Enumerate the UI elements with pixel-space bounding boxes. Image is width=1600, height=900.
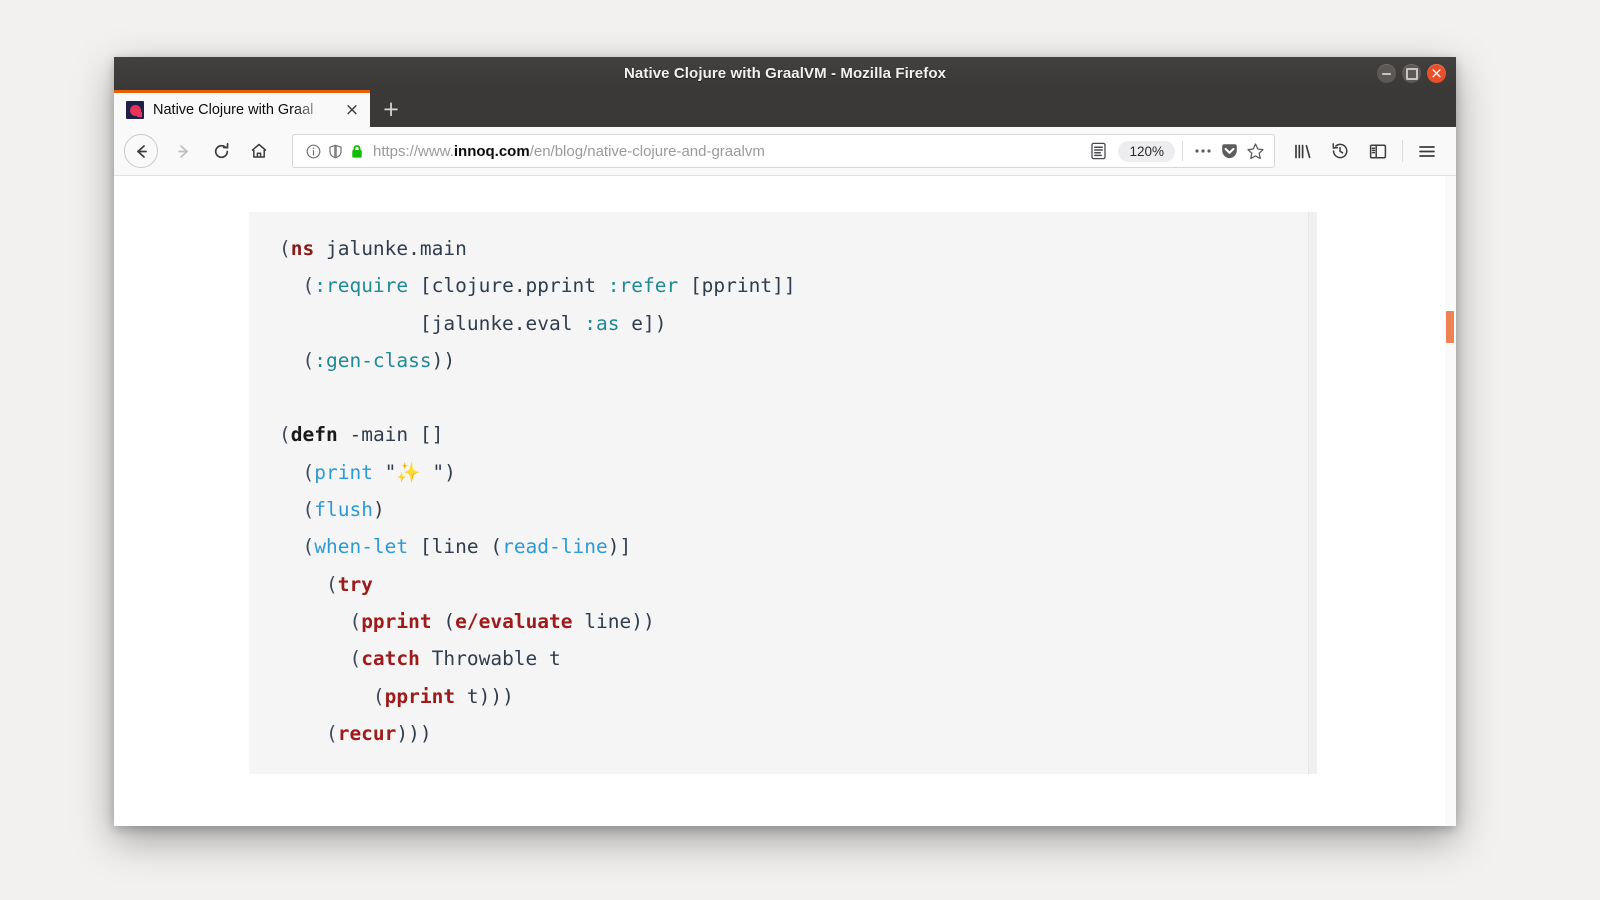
code-token: recur (337, 721, 397, 745)
page-info-icon[interactable] (302, 140, 324, 162)
ellipsis-icon[interactable] (1190, 147, 1216, 155)
code-token: :require (314, 274, 409, 298)
reader-mode-icon[interactable] (1085, 141, 1111, 161)
tab-strip: Native Clojure with Graal × + (114, 90, 1456, 127)
page-scrollbar-thumb[interactable] (1446, 311, 1454, 343)
toolbar-right-group (1283, 132, 1446, 170)
code-text: (ns jalunke.main (:require [clojure.ppri… (249, 212, 1317, 752)
code-token: Throwable t (419, 647, 561, 671)
page-content: (ns jalunke.main (:require [clojure.ppri… (114, 176, 1456, 826)
code-token: jalunke.main (314, 237, 467, 260)
code-token: ns (290, 237, 315, 260)
tab-close-icon[interactable]: × (342, 101, 362, 119)
code-token: ( (279, 274, 315, 298)
code-token: :as (584, 311, 620, 335)
home-icon[interactable] (240, 132, 278, 170)
code-token: pprint (361, 609, 432, 633)
code-token: ))) (396, 721, 432, 745)
code-token: e]) (619, 311, 667, 335)
code-token: [clojure.pprint (408, 274, 608, 298)
innoq-logo-icon (126, 101, 144, 119)
code-token: flush (314, 498, 373, 522)
code-block-scrollbar[interactable] (1308, 212, 1317, 774)
code-token: ( (279, 237, 291, 260)
star-bookmark-icon[interactable] (1242, 142, 1268, 161)
code-token: ( (279, 460, 315, 484)
code-token: try (337, 572, 373, 596)
new-tab-button[interactable]: + (370, 90, 412, 127)
code-token: catch (361, 647, 420, 671)
code-token: e/evaluate (455, 609, 573, 633)
code-token: pprint (384, 684, 456, 708)
code-block: (ns jalunke.main (:require [clojure.ppri… (249, 212, 1317, 774)
padlock-secure-icon[interactable] (346, 140, 368, 162)
window-titlebar: Native Clojure with GraalVM - Mozilla Fi… (114, 57, 1456, 90)
back-arrow-icon[interactable] (124, 134, 158, 168)
code-token: :refer (607, 274, 679, 298)
code-token: ( (279, 423, 291, 447)
code-token: ( (279, 609, 362, 633)
code-token: -main [] (337, 423, 444, 447)
maximize-button[interactable] (1402, 64, 1421, 83)
page-scrollbar[interactable] (1445, 176, 1456, 826)
library-icon[interactable] (1283, 132, 1321, 170)
browser-window: Native Clojure with GraalVM - Mozilla Fi… (114, 57, 1456, 826)
window-title: Native Clojure with GraalVM - Mozilla Fi… (623, 65, 947, 82)
history-icon[interactable] (1321, 132, 1359, 170)
code-token: ( (431, 609, 456, 633)
forward-arrow-icon[interactable] (164, 132, 202, 170)
url-bar[interactable]: https://www.innoq.com/en/blog/native-clo… (292, 134, 1275, 168)
reload-icon[interactable] (202, 132, 240, 170)
code-token: )] (607, 535, 632, 559)
code-token: ( (279, 348, 315, 372)
code-token: ( (279, 647, 362, 671)
toolbar-divider (1402, 140, 1403, 162)
urlbar-divider (1182, 141, 1183, 161)
code-token: ( (279, 721, 338, 745)
code-token: [jalunke.eval (279, 311, 585, 335)
code-token: ( (279, 498, 315, 522)
code-token: :gen-class (314, 348, 432, 372)
url-text[interactable]: https://www.innoq.com/en/blog/native-clo… (373, 143, 1085, 160)
url-scheme: https://www. (373, 142, 454, 160)
code-token: defn (290, 423, 338, 447)
code-token: ( (279, 535, 315, 559)
code-token: ( (279, 572, 338, 596)
code-token: [pprint]] (678, 274, 796, 298)
window-controls (1377, 57, 1446, 90)
code-token: [line ( (408, 535, 503, 559)
code-token: print (314, 460, 373, 484)
code-token: ( (279, 684, 385, 708)
url-path: /en/blog/native-clojure-and-graalvm (529, 142, 765, 160)
close-button[interactable] (1427, 64, 1446, 83)
code-token: t))) (455, 684, 514, 708)
minimize-button[interactable] (1377, 64, 1396, 83)
sidebar-icon[interactable] (1359, 132, 1397, 170)
code-token: read-line (502, 535, 608, 559)
url-host: innoq.com (453, 142, 530, 160)
hamburger-menu-icon[interactable] (1408, 132, 1446, 170)
code-token: when-let (314, 535, 409, 559)
zoom-level-badge[interactable]: 120% (1118, 140, 1175, 162)
pocket-icon[interactable] (1216, 142, 1242, 161)
code-token: ) (372, 498, 385, 522)
code-token: )) (431, 348, 456, 372)
browser-tab[interactable]: Native Clojure with Graal × (114, 90, 370, 127)
tab-title: Native Clojure with Graal (153, 102, 314, 118)
tracking-protection-shield-icon[interactable] (324, 140, 346, 162)
navigation-toolbar: https://www.innoq.com/en/blog/native-clo… (114, 127, 1456, 176)
code-token: line)) (572, 609, 655, 633)
code-token: "✨ ") (372, 460, 456, 484)
